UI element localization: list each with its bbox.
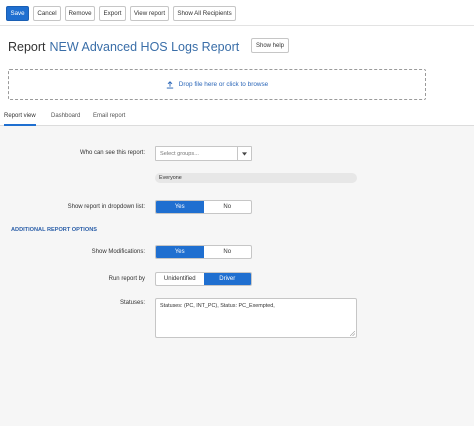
run-report-by-unidentified[interactable]: Unidentified — [156, 273, 204, 285]
report-name[interactable]: NEW Advanced HOS Logs Report — [50, 40, 240, 54]
tab-bar: Report view Dashboard Email report — [0, 111, 474, 126]
upload-icon — [166, 80, 173, 89]
groups-select[interactable]: Select groups... — [155, 146, 252, 161]
tab-report-view[interactable]: Report view — [4, 113, 36, 126]
show-modifications-yes[interactable]: Yes — [156, 246, 204, 258]
page-title-prefix: Report — [8, 40, 46, 54]
show-in-dropdown-label: Show report in dropdown list: — [67, 204, 145, 210]
run-report-by-driver[interactable]: Driver — [203, 273, 251, 285]
show-modifications-no[interactable]: No — [204, 246, 252, 258]
view-report-button[interactable]: View report — [130, 6, 169, 21]
cancel-button[interactable]: Cancel — [33, 6, 61, 21]
export-button[interactable]: Export — [99, 6, 126, 21]
statuses-value: Statuses: (PC, INT_PC), Status: PC_Exemp… — [160, 303, 275, 309]
toolbar: Save Cancel Remove Export View report Sh… — [0, 0, 474, 26]
save-button[interactable]: Save — [6, 6, 29, 21]
chevron-down-icon[interactable] — [237, 147, 251, 160]
tab-dashboard[interactable]: Dashboard — [51, 113, 80, 126]
page-title: Report NEW Advanced HOS Logs Report — [8, 38, 239, 56]
remove-button[interactable]: Remove — [65, 6, 95, 21]
show-in-dropdown-toggle[interactable]: Yes No — [155, 200, 252, 214]
section-title-additional-options: ADDITIONAL REPORT OPTIONS — [11, 227, 97, 233]
show-help-button[interactable]: Show help — [251, 38, 289, 53]
show-in-dropdown-yes[interactable]: Yes — [156, 201, 204, 213]
statuses-textarea[interactable]: Statuses: (PC, INT_PC), Status: PC_Exemp… — [155, 298, 357, 338]
run-report-by-label: Run report by — [108, 276, 145, 282]
groups-select-placeholder: Select groups... — [160, 151, 199, 157]
statuses-label: Statuses: — [119, 300, 145, 306]
show-all-recipients-button[interactable]: Show All Recipients — [173, 6, 236, 21]
file-dropzone[interactable]: Drop file here or click to browse — [8, 69, 426, 100]
resize-grip-icon[interactable] — [350, 331, 355, 336]
run-report-by-toggle[interactable]: Unidentified Driver — [155, 272, 252, 286]
group-chip-everyone[interactable]: Everyone — [155, 173, 357, 183]
tab-email-report[interactable]: Email report — [93, 113, 125, 126]
show-modifications-label: Show Modifications: — [91, 249, 145, 255]
dropzone-text: Drop file here or click to browse — [178, 81, 269, 88]
who-can-see-label: Who can see this report: — [79, 150, 145, 156]
show-modifications-toggle[interactable]: Yes No — [155, 245, 252, 259]
show-in-dropdown-no[interactable]: No — [204, 201, 252, 213]
